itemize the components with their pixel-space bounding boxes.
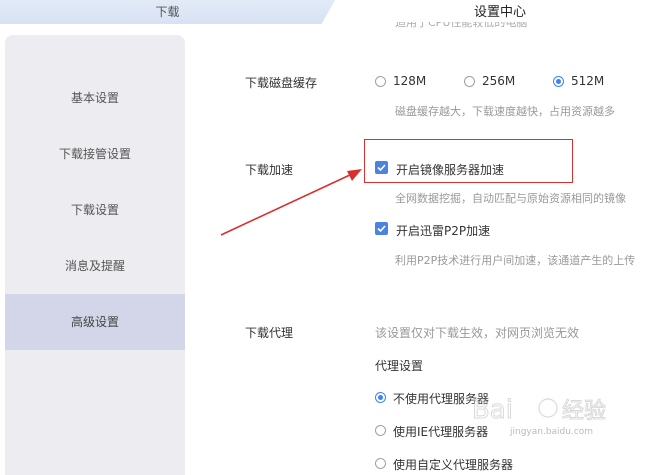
svg-text:经验: 经验 xyxy=(562,399,606,424)
svg-text:Bai: Bai xyxy=(472,395,513,425)
watermark-url: jingyan.baidu.com xyxy=(510,427,594,437)
